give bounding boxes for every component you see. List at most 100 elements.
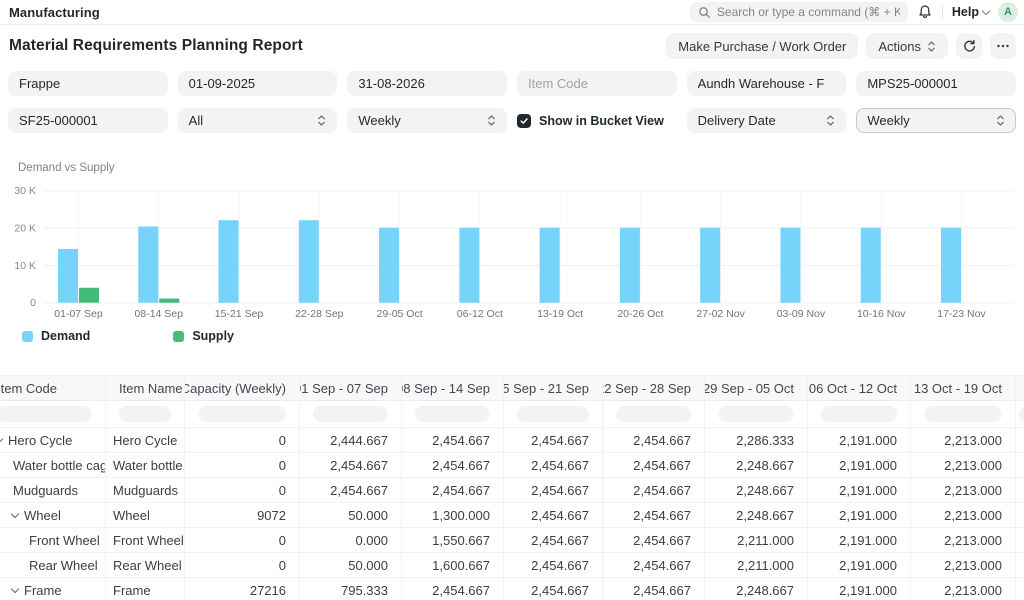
period-value-cell[interactable]: 2,454.667 bbox=[603, 528, 705, 553]
column-filter-input[interactable] bbox=[517, 406, 589, 422]
period-value-cell[interactable]: 2,213.000 bbox=[911, 503, 1016, 528]
period-value-cell[interactable]: 2,213.000 bbox=[911, 453, 1016, 478]
period-value-cell[interactable]: 2,454.667 bbox=[402, 478, 504, 503]
column-filter-input[interactable] bbox=[415, 406, 490, 422]
period-value-cell[interactable]: 50.000 bbox=[300, 503, 402, 528]
period-value-cell[interactable]: 2,454.667 bbox=[603, 578, 705, 600]
column-header[interactable]: 13 Oct - 19 Oct bbox=[911, 376, 1016, 401]
bucket-view-checkbox[interactable] bbox=[517, 114, 531, 128]
period-value-cell[interactable]: 2,248.667 bbox=[705, 453, 808, 478]
item-code-cell[interactable]: Wheel bbox=[0, 503, 106, 528]
period-value-cell[interactable]: 2,191.000 bbox=[808, 478, 911, 503]
avatar[interactable]: A bbox=[998, 2, 1018, 22]
sales-forecast-filter[interactable] bbox=[8, 108, 168, 133]
column-filter-input[interactable] bbox=[119, 406, 171, 422]
item-name-cell[interactable]: Mudguards bbox=[106, 478, 185, 503]
period-value-cell[interactable]: 2,444.667 bbox=[300, 428, 402, 453]
period-value-cell[interactable]: 2,454.667 bbox=[504, 478, 603, 503]
item-name-cell[interactable]: Wheel bbox=[106, 503, 185, 528]
period-value-cell[interactable]: 1,300.000 bbox=[402, 503, 504, 528]
capacity-cell[interactable]: 0 bbox=[185, 528, 300, 553]
notifications-button[interactable] bbox=[917, 4, 933, 20]
item-name-cell[interactable]: Hero Cycle bbox=[106, 428, 185, 453]
item-code-cell[interactable]: Hero Cycle bbox=[0, 428, 106, 453]
from-date-filter[interactable] bbox=[178, 71, 338, 96]
column-header[interactable]: Item Code bbox=[0, 376, 106, 401]
period-value-cell[interactable]: 2,454.667 bbox=[300, 453, 402, 478]
period-value-cell[interactable]: 2,213.000 bbox=[911, 553, 1016, 578]
column-filter-input[interactable] bbox=[718, 406, 794, 422]
capacity-cell[interactable]: 9072 bbox=[185, 503, 300, 528]
period-value-cell[interactable]: 2,191.000 bbox=[808, 428, 911, 453]
item-code-cell[interactable]: Frame bbox=[0, 578, 106, 600]
period-value-cell[interactable]: 2,454.667 bbox=[402, 428, 504, 453]
column-header[interactable]: 08 Sep - 14 Sep bbox=[402, 376, 504, 401]
period-value-cell[interactable]: 2,454.667 bbox=[504, 453, 603, 478]
company-filter[interactable] bbox=[8, 71, 168, 96]
frequency-select[interactable]: Weekly bbox=[347, 108, 507, 133]
column-filter-input[interactable] bbox=[821, 406, 897, 422]
period-value-cell[interactable]: 2,454.667 bbox=[504, 528, 603, 553]
column-header[interactable]: 06 Oct - 12 Oct bbox=[808, 376, 911, 401]
period-value-cell[interactable]: 2,454.667 bbox=[402, 453, 504, 478]
item-name-cell[interactable]: Front Wheel bbox=[106, 528, 185, 553]
item-name-cell[interactable]: Frame bbox=[106, 578, 185, 600]
period-value-cell[interactable]: 2,213.000 bbox=[911, 428, 1016, 453]
period-value-cell[interactable]: 2,248.667 bbox=[705, 478, 808, 503]
item-name-cell[interactable]: Water bottle... bbox=[106, 453, 185, 478]
item-name-cell[interactable]: Rear Wheel bbox=[106, 553, 185, 578]
column-filter-input[interactable] bbox=[198, 406, 286, 422]
based-on-select[interactable]: Delivery Date bbox=[687, 108, 847, 133]
capacity-cell[interactable]: 0 bbox=[185, 553, 300, 578]
period-value-cell[interactable]: 2,454.667 bbox=[300, 478, 402, 503]
period-value-cell[interactable]: 0.000 bbox=[300, 528, 402, 553]
period-value-cell[interactable]: 2,454.667 bbox=[603, 428, 705, 453]
column-header[interactable]: 15 Sep - 21 Sep bbox=[504, 376, 603, 401]
warehouse-filter[interactable] bbox=[687, 71, 847, 96]
period-value-cell[interactable]: 2,286.333 bbox=[705, 428, 808, 453]
column-filter-input[interactable] bbox=[616, 406, 691, 422]
capacity-cell[interactable]: 0 bbox=[185, 428, 300, 453]
capacity-cell[interactable]: 27216 bbox=[185, 578, 300, 600]
period-value-cell[interactable]: 2,211.000 bbox=[705, 553, 808, 578]
period-value-cell[interactable]: 2,191.000 bbox=[808, 528, 911, 553]
period-value-cell[interactable]: 2,454.667 bbox=[603, 503, 705, 528]
period-value-cell[interactable]: 2,454.667 bbox=[504, 578, 603, 600]
item-code-cell[interactable]: Mudguards bbox=[0, 478, 106, 503]
make-purchase-work-order-button[interactable]: Make Purchase / Work Order bbox=[666, 33, 858, 59]
period-value-cell[interactable]: 2,454.667 bbox=[504, 428, 603, 453]
capacity-cell[interactable]: 0 bbox=[185, 478, 300, 503]
period-value-cell[interactable]: 2,211.000 bbox=[705, 528, 808, 553]
period-value-cell[interactable]: 2,191.000 bbox=[808, 578, 911, 600]
period-value-cell[interactable]: 50.000 bbox=[300, 553, 402, 578]
column-filter-input[interactable] bbox=[313, 406, 388, 422]
column-filter-input[interactable] bbox=[1019, 406, 1024, 422]
sub-assembly-select[interactable]: All bbox=[178, 108, 338, 133]
column-header[interactable]: 01 Sep - 07 Sep bbox=[300, 376, 402, 401]
tree-toggle-icon[interactable] bbox=[11, 584, 19, 592]
column-header[interactable]: Capacity (Weekly) bbox=[185, 376, 300, 401]
to-date-filter[interactable] bbox=[347, 71, 507, 96]
period-value-cell[interactable]: 2,454.667 bbox=[504, 553, 603, 578]
period-value-cell[interactable]: 2,454.667 bbox=[504, 503, 603, 528]
period-value-cell[interactable]: 2,191.000 bbox=[808, 553, 911, 578]
period-value-cell[interactable]: 2,213.000 bbox=[911, 578, 1016, 600]
period-value-cell[interactable]: 2,191.000 bbox=[808, 503, 911, 528]
period-value-cell[interactable]: 2,454.667 bbox=[603, 453, 705, 478]
menu-button[interactable] bbox=[990, 33, 1016, 59]
period-value-cell[interactable]: 1,600.667 bbox=[402, 553, 504, 578]
interval-select[interactable]: Weekly bbox=[856, 108, 1016, 133]
tree-toggle-icon[interactable] bbox=[11, 509, 19, 517]
column-header[interactable]: 22 Sep - 28 Sep bbox=[603, 376, 705, 401]
period-value-cell[interactable]: 2,248.667 bbox=[705, 578, 808, 600]
item-code-filter[interactable] bbox=[517, 71, 677, 96]
search-input[interactable] bbox=[717, 5, 900, 19]
period-value-cell[interactable]: 795.333 bbox=[300, 578, 402, 600]
item-code-cell[interactable]: Water bottle cage bbox=[0, 453, 106, 478]
actions-button[interactable]: Actions bbox=[866, 33, 948, 59]
column-filter-input[interactable] bbox=[924, 406, 1002, 422]
period-value-cell[interactable]: 2,454.667 bbox=[603, 553, 705, 578]
column-header[interactable]: 29 Sep - 05 Oct bbox=[705, 376, 808, 401]
period-value-cell[interactable]: 2,213.000 bbox=[911, 528, 1016, 553]
period-value-cell[interactable]: 2,248.667 bbox=[705, 503, 808, 528]
